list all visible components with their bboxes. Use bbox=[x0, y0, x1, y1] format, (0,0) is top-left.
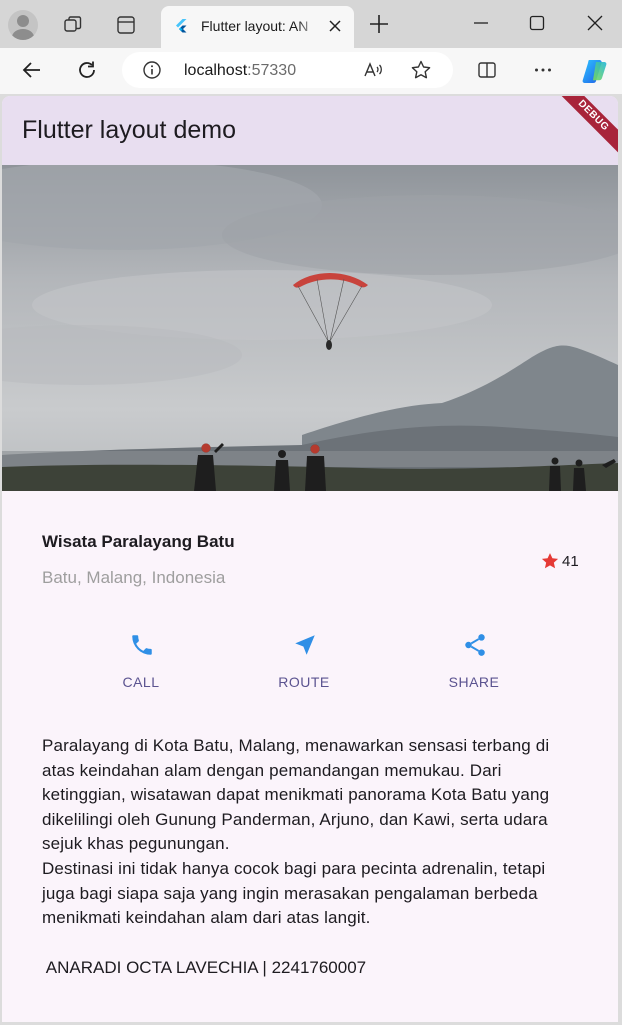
place-title-section: Wisata Paralayang Batu bbox=[42, 532, 235, 552]
route-label: ROUTE bbox=[278, 674, 330, 690]
call-label: CALL bbox=[122, 674, 160, 690]
star-icon[interactable] bbox=[540, 551, 560, 571]
flutter-favicon-icon bbox=[176, 19, 187, 33]
site-info-icon[interactable] bbox=[142, 60, 162, 80]
vertical-tabs-icon[interactable] bbox=[115, 14, 137, 36]
share-button[interactable]: SHARE bbox=[429, 632, 519, 692]
close-tab-icon[interactable] bbox=[326, 17, 344, 35]
refresh-icon[interactable] bbox=[75, 58, 99, 82]
active-tab[interactable]: Flutter layout: AN bbox=[161, 6, 354, 48]
rating-count: 41 bbox=[562, 553, 579, 570]
address-bar[interactable]: localhost:57330 bbox=[122, 52, 453, 88]
url-port: :57330 bbox=[247, 62, 297, 79]
browser-toolbar: localhost:57330 bbox=[0, 48, 622, 94]
more-options-icon[interactable] bbox=[532, 59, 554, 81]
url-text[interactable]: localhost:57330 bbox=[184, 62, 296, 80]
author-footer: ANARADI OCTA LAVECHIA | 2241760007 bbox=[42, 958, 367, 977]
favorite-star-icon[interactable] bbox=[410, 59, 432, 81]
description: Paralayang di Kota Batu, Malang, menawar… bbox=[42, 734, 582, 931]
copilot-icon[interactable] bbox=[580, 56, 610, 86]
app-bar: Flutter layout demo bbox=[2, 96, 618, 165]
app-viewport: Flutter layout demo DEBUG Wisata Paralay… bbox=[2, 96, 618, 1022]
workspaces-icon[interactable] bbox=[62, 14, 84, 36]
tab-title: Flutter layout: AN bbox=[201, 18, 319, 34]
maximize-icon[interactable] bbox=[526, 12, 548, 34]
new-tab-icon[interactable] bbox=[368, 13, 390, 35]
close-window-icon[interactable] bbox=[584, 12, 606, 34]
place-name: Wisata Paralayang Batu bbox=[42, 532, 235, 551]
phone-icon bbox=[132, 635, 152, 655]
share-label: SHARE bbox=[448, 674, 500, 690]
back-icon[interactable] bbox=[20, 58, 44, 82]
app-bar-title: Flutter layout demo bbox=[22, 116, 236, 144]
split-screen-icon[interactable] bbox=[476, 59, 498, 81]
profile-avatar-icon[interactable] bbox=[8, 10, 38, 40]
read-aloud-icon[interactable] bbox=[362, 59, 384, 81]
url-host: localhost bbox=[184, 62, 248, 79]
description-paragraph: Destinasi ini tidak hanya cocok bagi par… bbox=[42, 858, 546, 928]
share-icon bbox=[465, 634, 485, 656]
browser-tab-bar: Flutter layout: AN bbox=[0, 0, 622, 48]
minimize-icon[interactable] bbox=[470, 12, 492, 34]
hero-photo bbox=[2, 165, 618, 491]
place-location: Batu, Malang, Indonesia bbox=[42, 568, 226, 587]
call-button[interactable]: CALL bbox=[96, 632, 186, 692]
description-paragraph: Paralayang di Kota Batu, Malang, menawar… bbox=[42, 736, 550, 854]
route-button[interactable]: ROUTE bbox=[259, 632, 349, 692]
navigation-icon bbox=[295, 635, 315, 655]
